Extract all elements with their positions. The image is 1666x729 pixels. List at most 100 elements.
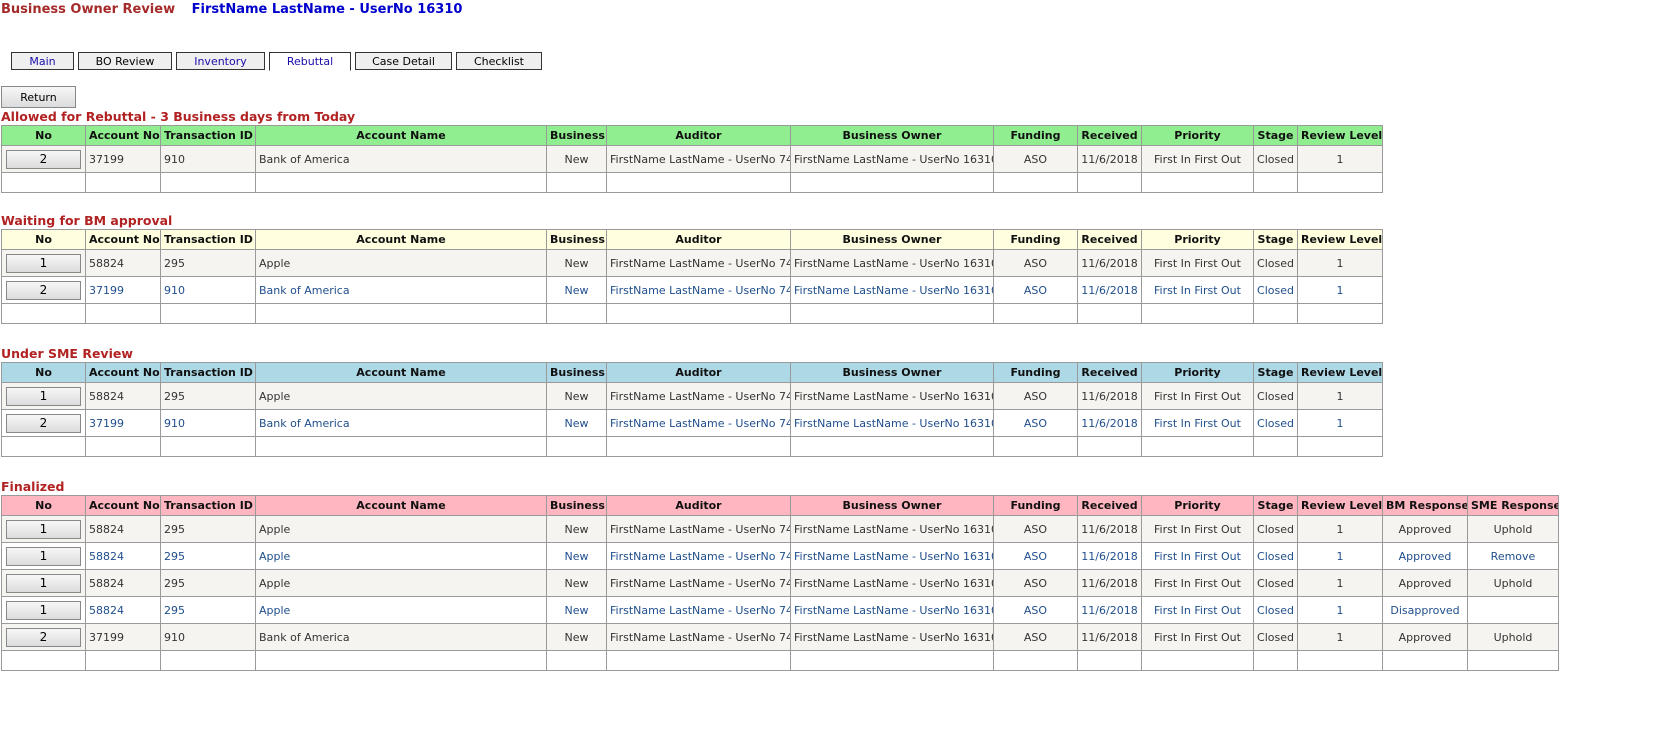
empty-cell [1253, 436, 1298, 457]
page-header: Business Owner Review FirstName LastName… [1, 2, 462, 17]
column-header-account-name: Account Name [255, 495, 547, 516]
tab-main[interactable]: Main [11, 52, 74, 70]
cell-account-no: 37199 [85, 145, 161, 173]
cell-bm-response: Approved [1382, 542, 1468, 570]
cell-review-level: 1 [1297, 276, 1383, 304]
column-header-account-no: Account No [85, 495, 161, 516]
cell-business: New [546, 623, 607, 651]
row-select-button[interactable]: 1 [6, 600, 81, 620]
cell-sme-response: Uphold [1467, 623, 1559, 651]
sme-review-table: No Account No Transaction ID Account Name Bu… [1, 362, 1383, 457]
rebuttal-table: No Account No Transaction ID Account Name Bu… [1, 125, 1383, 193]
cell-priority: First In First Out [1141, 382, 1254, 410]
cell-business: New [546, 596, 607, 624]
empty-cell [1297, 172, 1383, 193]
column-header-stage: Stage [1253, 362, 1298, 383]
row-select-button[interactable]: 1 [6, 253, 81, 273]
column-header-account-name: Account Name [255, 125, 547, 146]
empty-cell [160, 172, 256, 193]
empty-cell [606, 303, 791, 324]
header-row: No Account No Transaction ID Account Name Bu… [1, 495, 1559, 516]
cell-review-level: 1 [1297, 596, 1383, 624]
cell-funding: ASO [993, 515, 1078, 543]
cell-funding: ASO [993, 569, 1078, 597]
row-select-button[interactable]: 1 [6, 386, 81, 406]
cell-received: 11/6/2018 [1077, 382, 1142, 410]
cell-stage: Closed [1253, 249, 1298, 277]
cell-business-owner: FirstName LastName - UserNo 16310 [790, 276, 994, 304]
empty-cell [790, 436, 994, 457]
column-header-account-name: Account Name [255, 362, 547, 383]
cell-account-name: Bank of America [255, 409, 547, 437]
empty-cell [255, 436, 547, 457]
cell-business-owner: FirstName LastName - UserNo 16310 [790, 382, 994, 410]
cell-stage: Closed [1253, 276, 1298, 304]
empty-cell [1, 303, 86, 324]
cell-auditor: FirstName LastName - UserNo 74 [606, 515, 791, 543]
column-header-received: Received [1077, 362, 1142, 383]
row-select-button[interactable]: 1 [6, 519, 81, 539]
cell-funding: ASO [993, 596, 1078, 624]
bm-approval-table: No Account No Transaction ID Account Name Bu… [1, 229, 1383, 324]
empty-cell [993, 650, 1078, 671]
column-header-auditor: Auditor [606, 229, 791, 250]
empty-cell [85, 650, 161, 671]
column-header-auditor: Auditor [606, 495, 791, 516]
cell-review-level: 1 [1297, 145, 1383, 173]
empty-cell [1297, 436, 1383, 457]
tab-bo-review[interactable]: BO Review [78, 52, 172, 70]
cell-received: 11/6/2018 [1077, 623, 1142, 651]
cell-received: 11/6/2018 [1077, 596, 1142, 624]
column-header-account-name: Account Name [255, 229, 547, 250]
column-header-account-no: Account No [85, 125, 161, 146]
cell-account-no: 58824 [85, 515, 161, 543]
row-select-button[interactable]: 2 [6, 149, 81, 169]
tab-rebuttal[interactable]: Rebuttal [269, 52, 351, 71]
row-select-button[interactable]: 2 [6, 280, 81, 300]
row-select-button[interactable]: 1 [6, 573, 81, 593]
cell-stage: Closed [1253, 145, 1298, 173]
tab-case-detail[interactable]: Case Detail [355, 52, 452, 70]
section-title-finalized: Finalized [1, 479, 65, 494]
empty-cell [85, 172, 161, 193]
cell-account-name: Apple [255, 542, 547, 570]
empty-cell [1, 172, 86, 193]
cell-received: 11/6/2018 [1077, 542, 1142, 570]
column-header-account-no: Account No [85, 229, 161, 250]
cell-review-level: 1 [1297, 249, 1383, 277]
tab-checklist[interactable]: Checklist [456, 52, 542, 70]
cell-auditor: FirstName LastName - UserNo 74 [606, 623, 791, 651]
cell-received: 11/6/2018 [1077, 276, 1142, 304]
tab-inventory[interactable]: Inventory [176, 52, 265, 70]
cell-bm-response: Approved [1382, 623, 1468, 651]
row-select-button[interactable]: 2 [6, 413, 81, 433]
empty-cell [790, 172, 994, 193]
row-select-button[interactable]: 1 [6, 546, 81, 566]
cell-no: 1 [1, 542, 86, 570]
row-select-button[interactable]: 2 [6, 627, 81, 647]
column-header-funding: Funding [993, 362, 1078, 383]
tab-bar: Main BO Review Inventory Rebuttal Case D… [11, 52, 546, 71]
column-header-review-level: Review Level [1297, 362, 1383, 383]
cell-priority: First In First Out [1141, 596, 1254, 624]
cell-business-owner: FirstName LastName - UserNo 16310 [790, 623, 994, 651]
cell-received: 11/6/2018 [1077, 145, 1142, 173]
cell-stage: Closed [1253, 623, 1298, 651]
current-user-label: FirstName LastName - UserNo 16310 [191, 2, 463, 17]
return-button[interactable]: Return [1, 86, 76, 108]
empty-cell [1297, 303, 1383, 324]
cell-review-level: 1 [1297, 382, 1383, 410]
cell-funding: ASO [993, 249, 1078, 277]
cell-business-owner: FirstName LastName - UserNo 16310 [790, 145, 994, 173]
cell-review-level: 1 [1297, 542, 1383, 570]
cell-auditor: FirstName LastName - UserNo 74 [606, 409, 791, 437]
cell-stage: Closed [1253, 515, 1298, 543]
cell-auditor: FirstName LastName - UserNo 74 [606, 249, 791, 277]
empty-cell [1297, 650, 1383, 671]
column-header-review-level: Review Level [1297, 125, 1383, 146]
cell-account-name: Apple [255, 249, 547, 277]
cell-auditor: FirstName LastName - UserNo 74 [606, 276, 791, 304]
cell-account-name: Apple [255, 515, 547, 543]
cell-transaction-id: 295 [160, 249, 256, 277]
cell-review-level: 1 [1297, 623, 1383, 651]
